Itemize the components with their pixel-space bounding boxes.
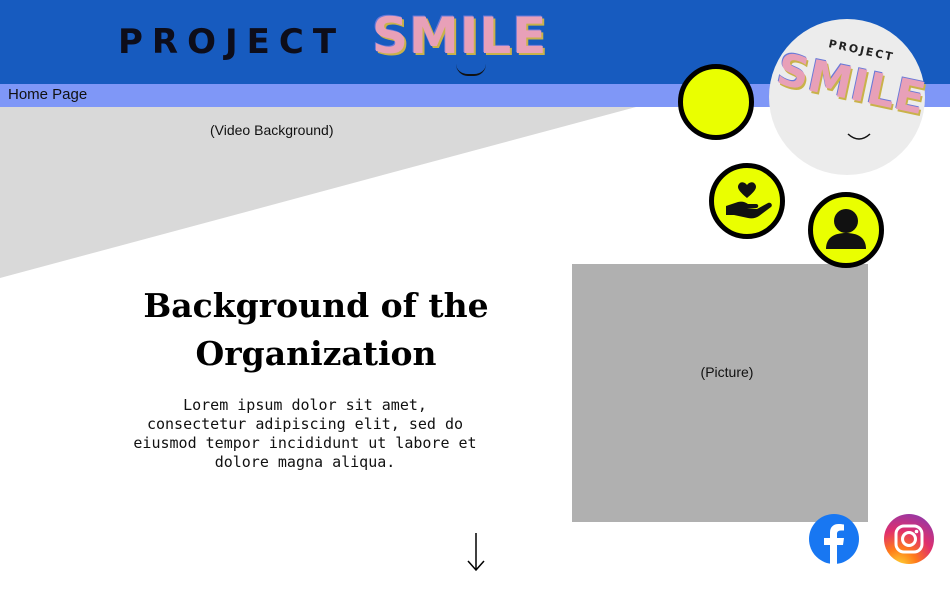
smile-logo-text: SMILE [372, 7, 548, 65]
picture-placeholder: (Picture) [572, 264, 868, 522]
picture-label: (Picture) [700, 364, 754, 380]
helping-hand-heart-icon[interactable] [709, 163, 785, 239]
down-arrow-icon[interactable] [464, 532, 488, 572]
logo-smile-mouth-icon [847, 133, 871, 140]
section-heading: Background of the Organization [143, 286, 489, 373]
brand-wordmark: PROJECT [118, 22, 346, 62]
instagram-icon[interactable] [883, 513, 935, 565]
video-background-label: (Video Background) [210, 122, 334, 138]
facebook-icon[interactable] [808, 513, 860, 565]
nav-home-link[interactable]: Home Page [8, 85, 87, 105]
menu-dot-icon[interactable] [678, 64, 754, 140]
section-body-text: Lorem ipsum dolor sit amet, consectetur … [133, 396, 477, 471]
user-profile-icon[interactable] [808, 192, 884, 268]
